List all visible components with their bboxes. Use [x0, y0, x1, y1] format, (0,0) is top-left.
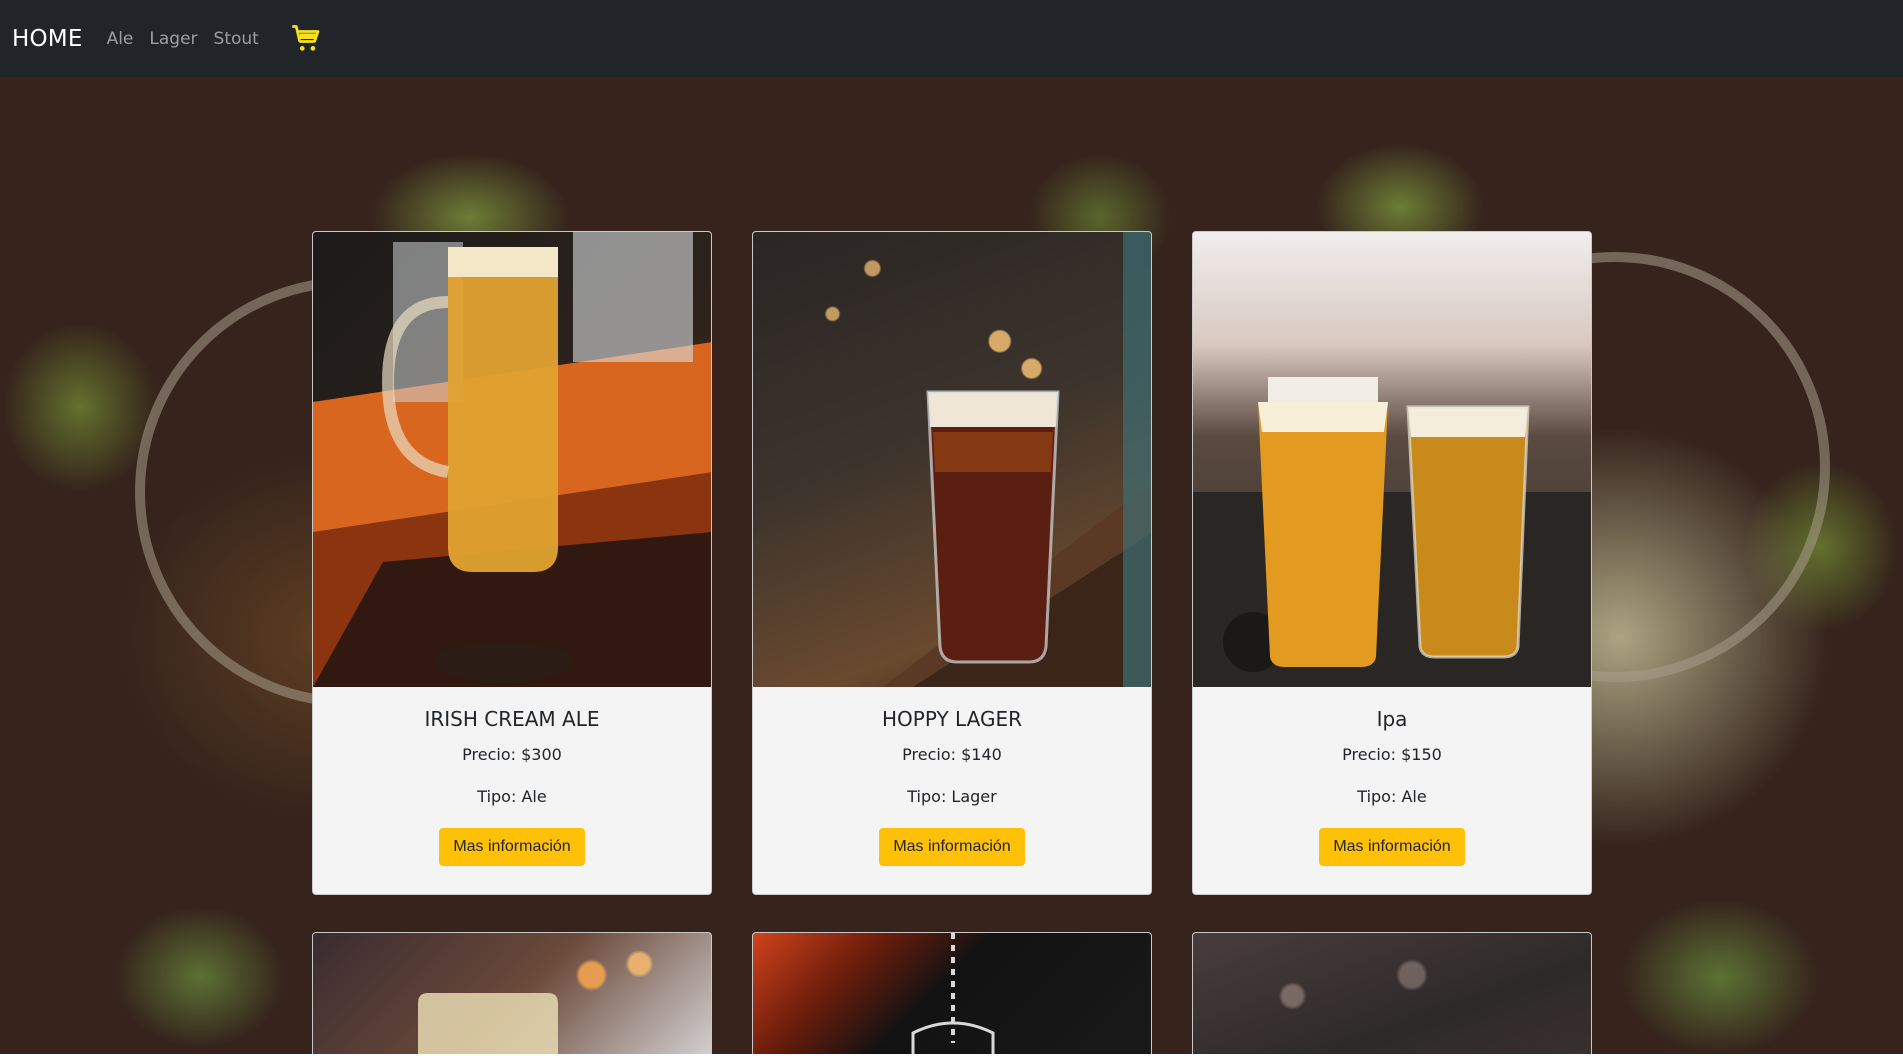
shopping-cart-icon[interactable] — [291, 24, 321, 54]
product-price: Precio: $300 — [462, 745, 562, 764]
more-info-button[interactable]: Mas información — [879, 828, 1025, 866]
product-type: Tipo: Ale — [477, 787, 547, 806]
product-image — [313, 232, 711, 687]
product-card-body: HOPPY LAGER Precio: $140 Tipo: Lager Mas… — [753, 687, 1151, 894]
product-image — [1193, 232, 1591, 687]
nav-link-ale[interactable]: Ale — [107, 29, 134, 49]
product-image — [753, 933, 1151, 1054]
product-card: IRISH CREAM ALE Precio: $300 Tipo: Ale M… — [312, 231, 712, 895]
product-card-body: IRISH CREAM ALE Precio: $300 Tipo: Ale M… — [313, 687, 711, 894]
product-title: IRISH CREAM ALE — [424, 707, 600, 731]
nav-link-stout[interactable]: Stout — [214, 29, 259, 49]
product-price: Precio: $140 — [902, 745, 1002, 764]
product-card: Ipa Precio: $150 Tipo: Ale Mas informaci… — [1192, 231, 1592, 895]
nav-home-link[interactable]: HOME — [12, 26, 83, 52]
product-card-partial — [752, 932, 1152, 1054]
product-title: HOPPY LAGER — [882, 707, 1022, 731]
product-title: Ipa — [1376, 707, 1408, 731]
product-image — [1193, 933, 1591, 1054]
product-image — [753, 232, 1151, 687]
product-card: HOPPY LAGER Precio: $140 Tipo: Lager Mas… — [752, 231, 1152, 895]
nav-link-lager[interactable]: Lager — [149, 29, 197, 49]
product-image — [313, 933, 711, 1054]
top-navbar: HOME Ale Lager Stout — [0, 0, 1903, 77]
product-type: Tipo: Lager — [907, 787, 997, 806]
product-card-body: Ipa Precio: $150 Tipo: Ale Mas informaci… — [1193, 687, 1591, 894]
more-info-button[interactable]: Mas información — [439, 828, 585, 866]
product-price: Precio: $150 — [1342, 745, 1442, 764]
hero-background: IRISH CREAM ALE Precio: $300 Tipo: Ale M… — [0, 77, 1903, 1054]
more-info-button[interactable]: Mas información — [1319, 828, 1465, 866]
product-card-partial — [312, 932, 712, 1054]
product-type: Tipo: Ale — [1357, 787, 1427, 806]
product-card-partial — [1192, 932, 1592, 1054]
